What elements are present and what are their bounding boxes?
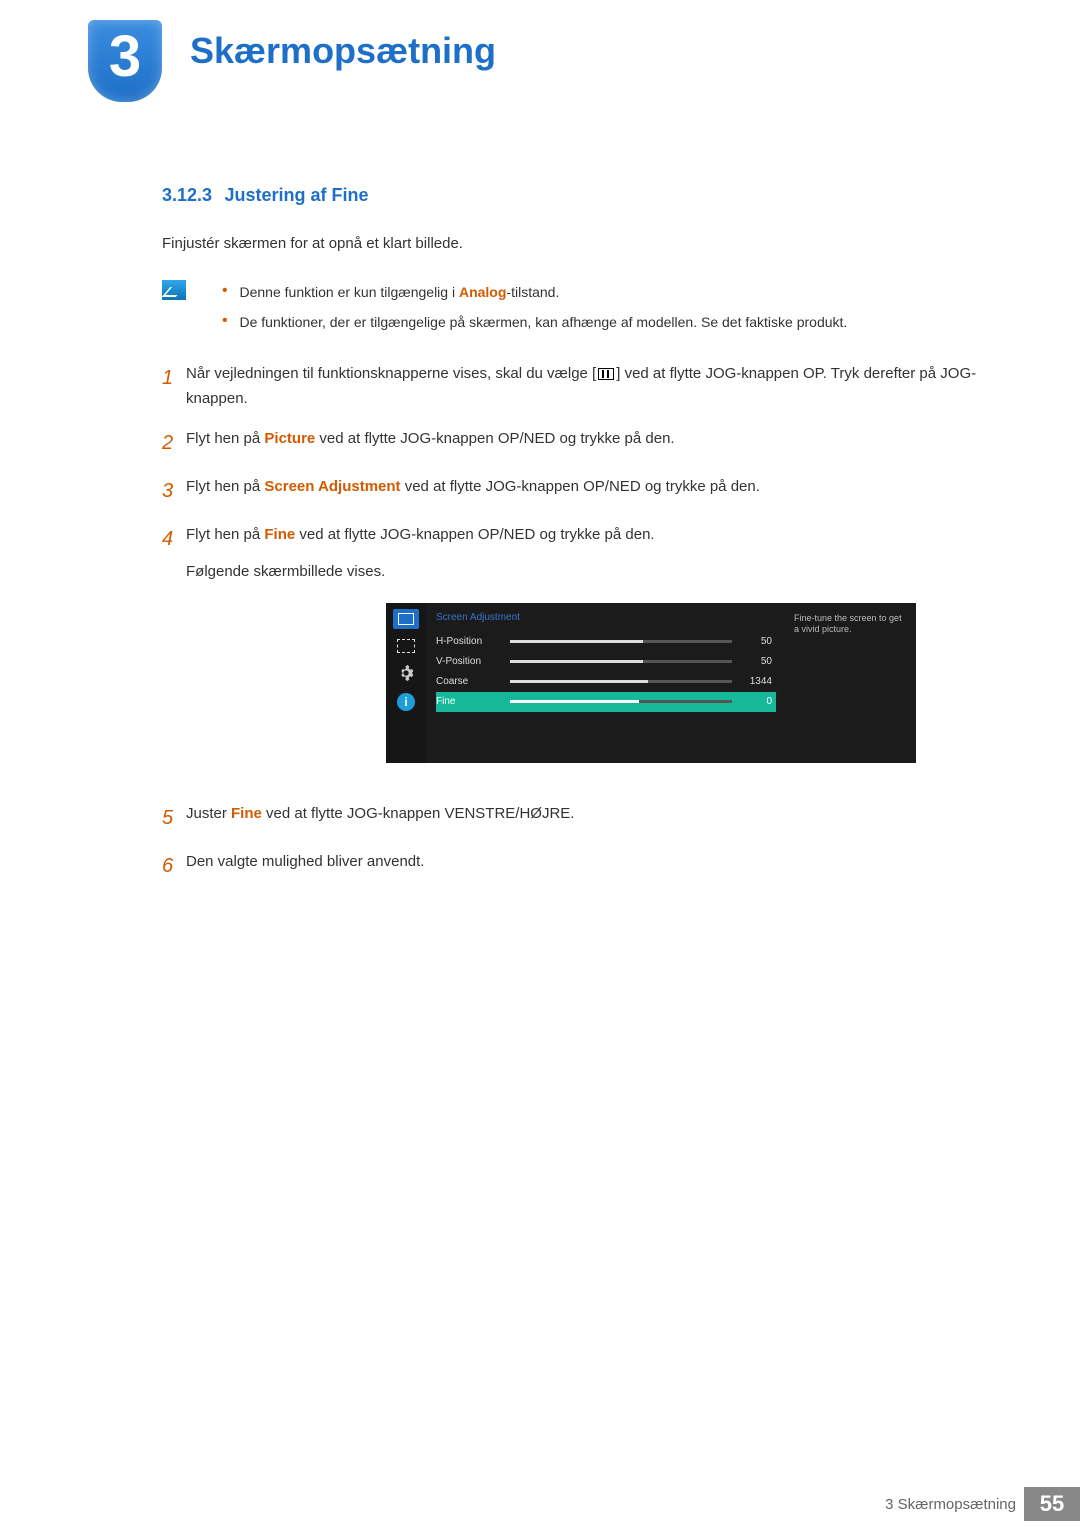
- highlight-term: Screen Adjustment: [264, 478, 400, 495]
- note-text: Denne funktion er kun tilgængelig i: [240, 284, 459, 300]
- note-item: • De funktioner, der er tilgængelige på …: [222, 308, 847, 338]
- osd-tab-strip: i: [386, 603, 426, 763]
- menu-icon: [598, 368, 614, 380]
- step-text: Flyt hen på Screen Adjustment ved at fly…: [186, 474, 980, 508]
- step: 4 Flyt hen på Fine ved at flytte JOG-kna…: [162, 522, 980, 787]
- osd-slider: [510, 640, 732, 643]
- section-heading: 3.12.3 Justering af Fine: [162, 185, 980, 206]
- chapter-title: Skærmopsætning: [190, 30, 496, 72]
- step-text: Flyt hen på Fine ved at flytte JOG-knapp…: [186, 522, 980, 787]
- note-block: • Denne funktion er kun tilgængelig i An…: [162, 278, 980, 339]
- step: 5 Juster Fine ved at flytte JOG-knappen …: [162, 801, 980, 835]
- highlight-term: Fine: [264, 526, 295, 543]
- step: 3 Flyt hen på Screen Adjustment ved at f…: [162, 474, 980, 508]
- step-text: Den valgte mulighed bliver anvendt.: [186, 849, 980, 883]
- step: 2 Flyt hen på Picture ved at flytte JOG-…: [162, 426, 980, 460]
- step-number: 5: [162, 801, 186, 835]
- step-text: Juster Fine ved at flytte JOG-knappen VE…: [186, 801, 980, 835]
- gear-icon: [393, 663, 419, 683]
- bullet-icon: •: [222, 312, 228, 329]
- step-number: 2: [162, 426, 186, 460]
- osd-value: 50: [732, 653, 776, 670]
- osd-row: H-Position 50: [436, 632, 776, 652]
- step-text: Flyt hen på Picture ved at flytte JOG-kn…: [186, 426, 980, 460]
- step-number: 1: [162, 361, 186, 412]
- frame-icon: [397, 639, 415, 653]
- section-intro: Finjustér skærmen for at opnå et klart b…: [162, 232, 980, 256]
- highlight-term: Fine: [231, 805, 262, 822]
- note-icon: [162, 280, 186, 300]
- highlight-term: Picture: [264, 430, 315, 447]
- step-number: 3: [162, 474, 186, 508]
- step-number: 4: [162, 522, 186, 787]
- info-icon: i: [397, 693, 415, 711]
- osd-screenshot: i Screen Adjustment H-Position 50 V-Posi…: [386, 603, 916, 763]
- osd-panel: Screen Adjustment H-Position 50 V-Positi…: [426, 603, 786, 763]
- highlight-term: Analog: [459, 284, 506, 300]
- osd-label: Fine: [436, 693, 510, 710]
- footer-chapter-ref: 3 Skærmopsætning: [885, 1496, 1016, 1513]
- page-footer: 3 Skærmopsætning 55: [885, 1487, 1080, 1521]
- osd-label: V-Position: [436, 653, 510, 670]
- monitor-icon: [393, 609, 419, 629]
- note-text: -tilstand.: [506, 284, 559, 300]
- osd-value: 50: [732, 633, 776, 650]
- section-title: Justering af Fine: [225, 185, 369, 205]
- osd-value: 1344: [732, 673, 776, 690]
- osd-title: Screen Adjustment: [436, 609, 776, 626]
- osd-row-active: Fine 0: [436, 692, 776, 712]
- step-number: 6: [162, 849, 186, 883]
- osd-slider: [510, 680, 732, 683]
- page-number: 55: [1024, 1487, 1080, 1521]
- osd-label: Coarse: [436, 673, 510, 690]
- osd-description: Fine-tune the screen to get a vivid pict…: [786, 603, 916, 763]
- osd-slider: [510, 700, 732, 703]
- section-number: 3.12.3: [162, 185, 212, 205]
- note-item: • Denne funktion er kun tilgængelig i An…: [222, 278, 847, 308]
- note-text: De funktioner, der er tilgængelige på sk…: [240, 314, 848, 330]
- osd-slider: [510, 660, 732, 663]
- osd-label: H-Position: [436, 633, 510, 650]
- bullet-icon: •: [222, 282, 228, 299]
- step-text: Når vejledningen til funktionsknapperne …: [186, 361, 980, 412]
- osd-row: V-Position 50: [436, 652, 776, 672]
- chapter-number-badge: 3: [88, 20, 162, 102]
- step: 1 Når vejledningen til funktionsknappern…: [162, 361, 980, 412]
- osd-value: 0: [732, 693, 776, 710]
- step: 6 Den valgte mulighed bliver anvendt.: [162, 849, 980, 883]
- osd-row: Coarse 1344: [436, 672, 776, 692]
